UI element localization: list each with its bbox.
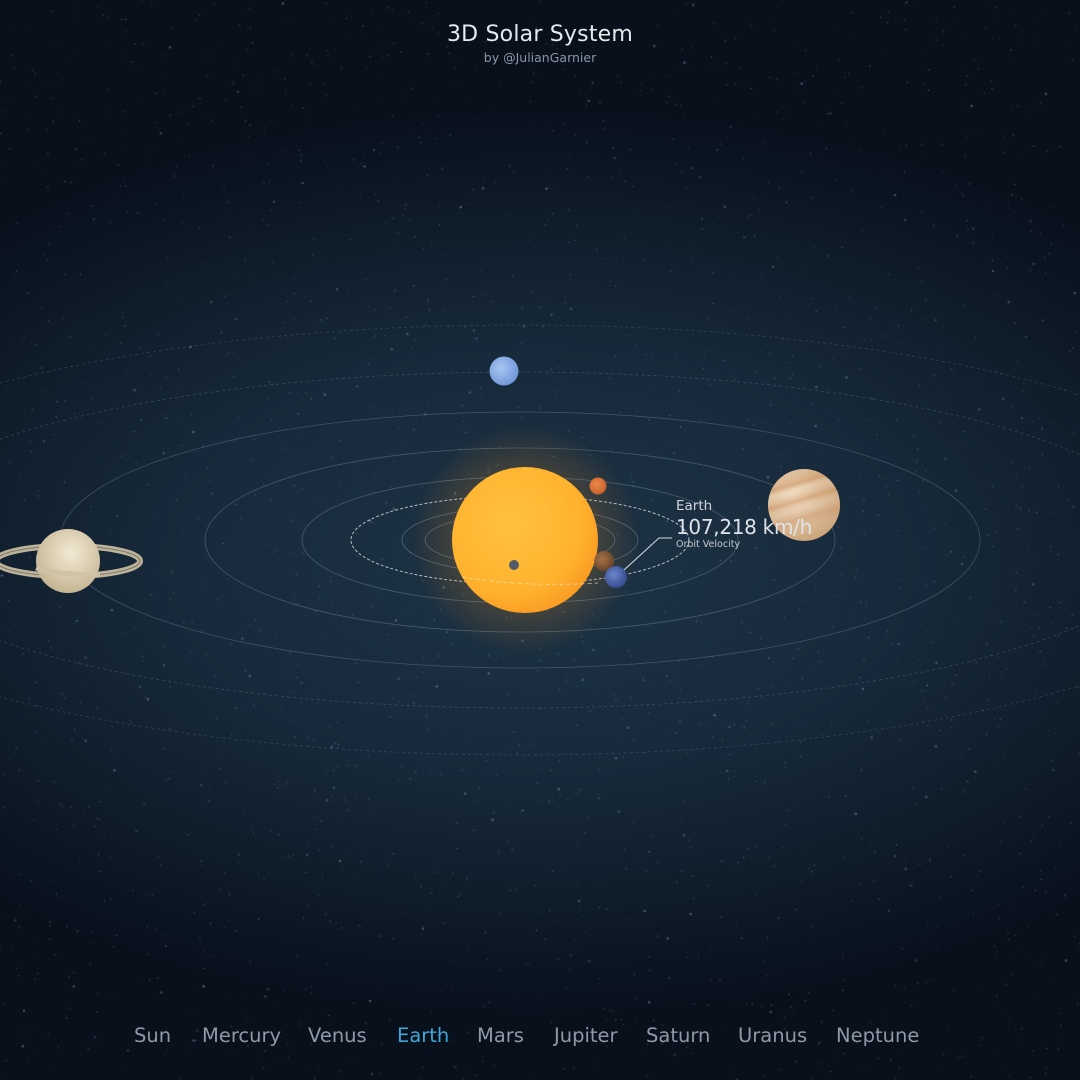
planet-mars[interactable] (589, 477, 607, 495)
nav-item-jupiter[interactable]: Jupiter (554, 1024, 618, 1047)
info-caption: Orbit Velocity (676, 539, 741, 550)
header: 3D Solar System by @JulianGarnier (0, 22, 1080, 65)
nav-item-neptune[interactable]: Neptune (836, 1024, 919, 1047)
planet-uranus[interactable] (489, 356, 519, 386)
nav-item-sun[interactable]: Sun (134, 1024, 171, 1047)
planet-mercury[interactable] (509, 560, 519, 570)
saturn-body (36, 529, 100, 593)
planet-earth[interactable] (605, 566, 627, 588)
planet-nav: Sun Mercury Venus Earth Mars Jupiter Sat… (0, 1024, 1080, 1054)
info-velocity-value: 107,218 km/h (676, 515, 812, 539)
nav-item-uranus[interactable]: Uranus (738, 1024, 807, 1047)
solar-system-scene (0, 324, 1080, 756)
author-credit: by @JulianGarnier (483, 50, 597, 65)
nav-item-mars[interactable]: Mars (477, 1024, 524, 1047)
nav-item-venus[interactable]: Venus (308, 1024, 367, 1047)
planet-sun[interactable] (452, 467, 598, 613)
page-title: 3D Solar System (446, 22, 634, 47)
nav-item-earth[interactable]: Earth (397, 1024, 449, 1047)
nav-item-saturn[interactable]: Saturn (646, 1024, 710, 1047)
planet-info-panel: Earth 107,218 km/h Orbit Velocity (676, 498, 812, 550)
nav-item-mercury[interactable]: Mercury (202, 1024, 281, 1047)
info-planet-name: Earth (676, 498, 713, 514)
planet-saturn[interactable] (0, 529, 143, 593)
